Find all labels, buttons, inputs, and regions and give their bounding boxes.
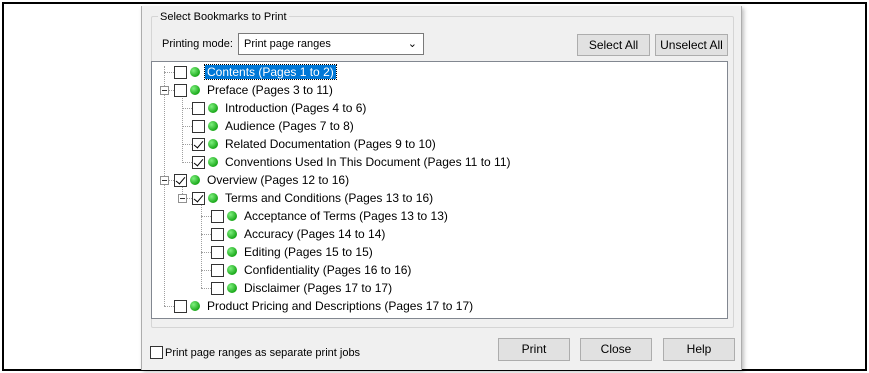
tree-line	[201, 234, 211, 235]
status-dot-icon	[227, 247, 237, 257]
help-button[interactable]: Help	[663, 338, 735, 361]
tree-item-checkbox[interactable]	[174, 83, 187, 97]
tree-item-label[interactable]: Audience (Pages 7 to 8)	[223, 119, 356, 133]
tree-item[interactable]: Related Documentation (Pages 9 to 10)	[192, 135, 438, 153]
tree-line	[182, 108, 192, 109]
tree-item-checkbox[interactable]	[174, 65, 187, 79]
tree-item[interactable]: Editing (Pages 15 to 15)	[211, 243, 375, 261]
tree-item-checkbox[interactable]	[211, 263, 224, 277]
tree-item[interactable]: Disclaimer (Pages 17 to 17)	[211, 279, 394, 297]
tree-line	[182, 144, 192, 145]
tree-item-checkbox[interactable]	[174, 173, 187, 187]
chevron-down-icon: ⌄	[407, 38, 417, 50]
tree-item-label[interactable]: Terms and Conditions (Pages 13 to 16)	[223, 191, 435, 205]
tree-item[interactable]: Audience (Pages 7 to 8)	[192, 117, 356, 135]
select-all-button[interactable]: Select All	[577, 34, 650, 56]
tree-item-checkbox[interactable]	[192, 101, 205, 115]
separate-jobs-option[interactable]: Print page ranges as separate print jobs	[150, 346, 360, 359]
tree-item-label[interactable]: Disclaimer (Pages 17 to 17)	[242, 281, 394, 295]
tree-item[interactable]: Product Pricing and Descriptions (Pages …	[174, 297, 475, 315]
tree-item[interactable]: Overview (Pages 12 to 16)	[174, 171, 351, 189]
tree-item-checkbox[interactable]	[174, 299, 187, 313]
printing-mode-label: Printing mode:	[162, 38, 233, 50]
tree-item[interactable]: Terms and Conditions (Pages 13 to 16)	[192, 189, 435, 207]
tree-line	[164, 72, 174, 73]
separate-jobs-checkbox[interactable]	[150, 346, 163, 359]
tree-item[interactable]: Introduction (Pages 4 to 6)	[192, 99, 368, 117]
status-dot-icon	[208, 121, 218, 131]
tree-item-checkbox[interactable]	[192, 137, 205, 151]
status-dot-icon	[190, 301, 200, 311]
print-button[interactable]: Print	[498, 338, 570, 361]
tree-line	[201, 216, 211, 217]
tree-item-label[interactable]: Product Pricing and Descriptions (Pages …	[205, 299, 475, 313]
status-dot-icon	[190, 67, 200, 77]
tree-item-label[interactable]: Conventions Used In This Document (Pages…	[223, 155, 513, 169]
tree-item-checkbox[interactable]	[211, 227, 224, 241]
screenshot-frame: Select Bookmarks to Print Printing mode:…	[2, 2, 867, 371]
tree-item-label[interactable]: Editing (Pages 15 to 15)	[242, 245, 375, 259]
tree-item[interactable]: Confidentiality (Pages 16 to 16)	[211, 261, 413, 279]
tree-line	[182, 126, 192, 127]
tree-item[interactable]: Preface (Pages 3 to 11)	[174, 81, 335, 99]
tree-line	[201, 270, 211, 271]
tree-item[interactable]: Acceptance of Terms (Pages 13 to 13)	[211, 207, 450, 225]
status-dot-icon	[227, 283, 237, 293]
tree-item-label[interactable]: Contents (Pages 1 to 2)	[204, 64, 337, 80]
tree-line	[182, 96, 183, 161]
tree-item-label[interactable]: Overview (Pages 12 to 16)	[205, 173, 351, 187]
status-dot-icon	[227, 229, 237, 239]
printing-mode-value: Print page ranges	[244, 38, 331, 50]
status-dot-icon	[190, 85, 200, 95]
collapse-toggle-terms[interactable]	[178, 194, 187, 203]
bookmark-tree: Contents (Pages 1 to 2) Preface (Pages 3…	[151, 61, 728, 319]
tree-item-label[interactable]: Preface (Pages 3 to 11)	[205, 83, 335, 97]
tree-line	[201, 252, 211, 253]
unselect-all-button[interactable]: Unselect All	[655, 34, 728, 56]
tree-item-label[interactable]: Accuracy (Pages 14 to 14)	[242, 227, 387, 241]
close-button[interactable]: Close	[580, 338, 652, 361]
tree-item-checkbox[interactable]	[192, 155, 205, 169]
tree-item-checkbox[interactable]	[211, 209, 224, 223]
tree-line	[201, 288, 211, 289]
separate-jobs-label: Print page ranges as separate print jobs	[165, 346, 361, 359]
tree-item[interactable]: Accuracy (Pages 14 to 14)	[211, 225, 387, 243]
tree-item-checkbox[interactable]	[211, 281, 224, 295]
tree-item[interactable]: Contents (Pages 1 to 2)	[174, 63, 337, 81]
printing-mode-select[interactable]: Print page ranges ⌄	[238, 33, 424, 55]
tree-item-label[interactable]: Acceptance of Terms (Pages 13 to 13)	[242, 209, 450, 223]
group-title: Select Bookmarks to Print	[158, 11, 289, 23]
tree-line	[182, 162, 192, 163]
print-bookmarks-dialog: Select Bookmarks to Print Printing mode:…	[141, 6, 742, 370]
status-dot-icon	[190, 175, 200, 185]
tree-line	[164, 306, 174, 307]
tree-item-checkbox[interactable]	[211, 245, 224, 259]
collapse-toggle-overview[interactable]	[160, 176, 169, 185]
status-dot-icon	[227, 211, 237, 221]
tree-line	[164, 66, 165, 306]
tree-item-label[interactable]: Introduction (Pages 4 to 6)	[223, 101, 368, 115]
tree-item-checkbox[interactable]	[192, 119, 205, 133]
status-dot-icon	[227, 265, 237, 275]
collapse-toggle-preface[interactable]	[160, 86, 169, 95]
tree-item-label[interactable]: Confidentiality (Pages 16 to 16)	[242, 263, 413, 277]
tree-item[interactable]: Conventions Used In This Document (Pages…	[192, 153, 513, 171]
status-dot-icon	[208, 139, 218, 149]
tree-item-label[interactable]: Related Documentation (Pages 9 to 10)	[223, 137, 438, 151]
tree-item-checkbox[interactable]	[192, 191, 205, 205]
status-dot-icon	[208, 157, 218, 167]
status-dot-icon	[208, 103, 218, 113]
status-dot-icon	[208, 193, 218, 203]
